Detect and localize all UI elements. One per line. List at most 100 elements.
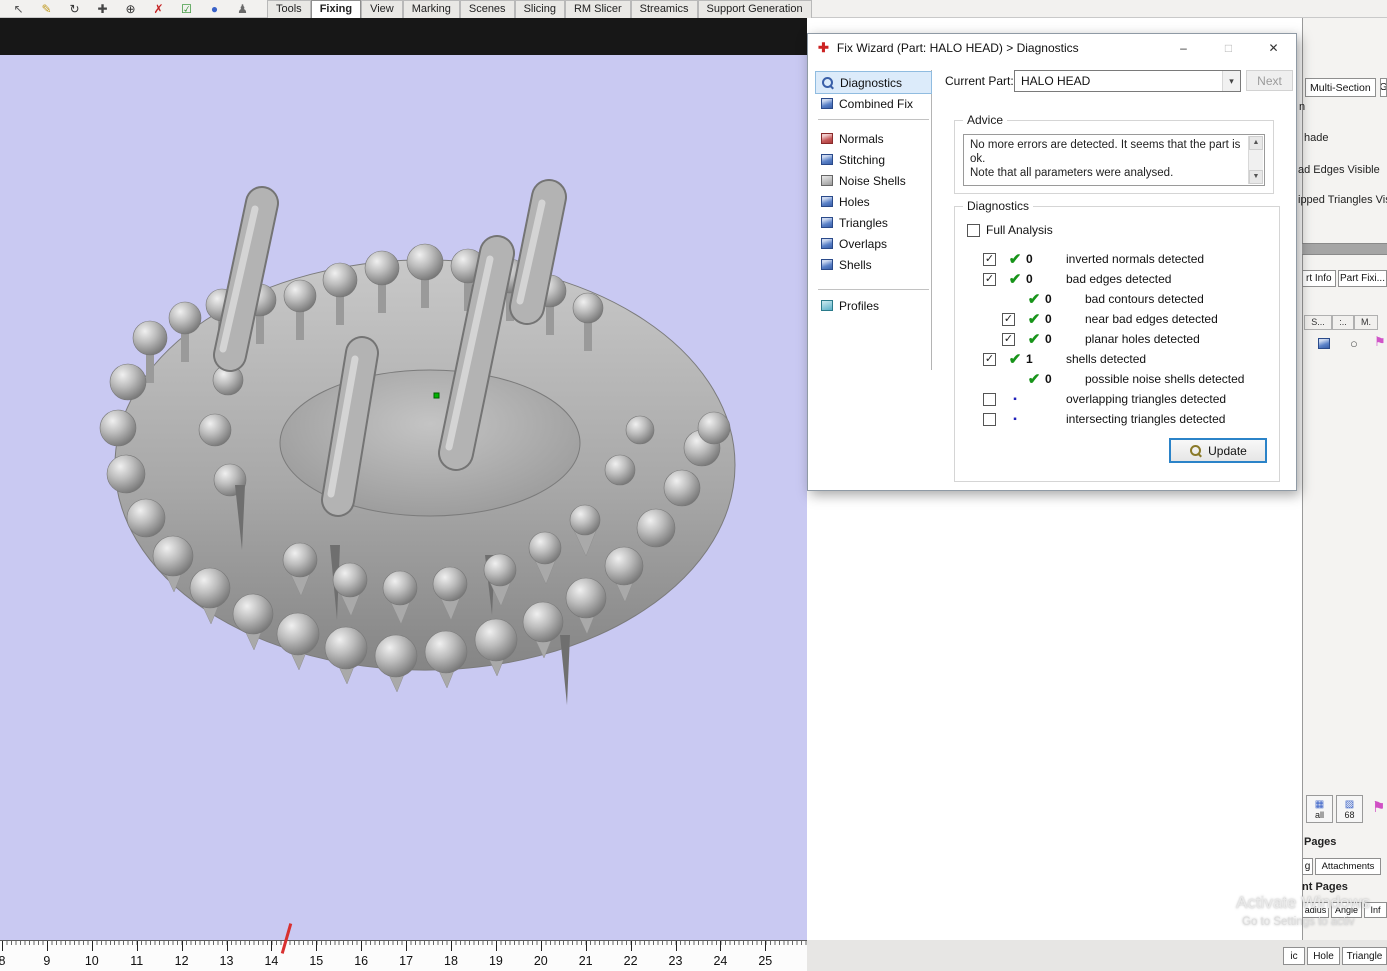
- ruler-tick: [720, 941, 721, 951]
- diagnostic-checkbox[interactable]: ✓: [983, 353, 996, 366]
- chevron-down-icon[interactable]: ▾: [1222, 71, 1240, 91]
- sidebar-item-triangles[interactable]: Triangles: [816, 212, 931, 233]
- diagnostic-checkbox[interactable]: ✓: [983, 273, 996, 286]
- full-analysis-checkbox[interactable]: [967, 224, 980, 237]
- halo-head-model[interactable]: [0, 55, 807, 940]
- ruler-number: 10: [80, 954, 104, 968]
- tab-hole[interactable]: Hole: [1307, 947, 1340, 965]
- pan-view-icon[interactable]: ✚: [94, 2, 111, 16]
- sidebar-item-diagnostics[interactable]: Diagnostics: [816, 72, 931, 93]
- minimize-button[interactable]: –: [1161, 34, 1206, 62]
- sidebar-item-label: Normals: [839, 132, 884, 146]
- menu-tab-streamics[interactable]: Streamics: [631, 0, 698, 18]
- ruler-number: 20: [529, 954, 553, 968]
- sphere-tool-icon[interactable]: ●: [206, 2, 223, 16]
- menu-tab-tools[interactable]: Tools: [267, 0, 311, 18]
- column-header[interactable]: M.: [1354, 315, 1378, 330]
- sidebar-item-combined-fix[interactable]: Combined Fix: [816, 93, 931, 114]
- sidebar-item-holes[interactable]: Holes: [816, 191, 931, 212]
- tab-g-clipped[interactable]: G: [1380, 78, 1387, 97]
- detection-count: 0: [1026, 272, 1046, 286]
- current-part-dropdown[interactable]: HALO HEAD ▾: [1014, 70, 1241, 92]
- menu-tab-rm-slicer[interactable]: RM Slicer: [565, 0, 631, 18]
- next-button[interactable]: Next: [1246, 70, 1293, 91]
- select-pointer-icon[interactable]: ↖: [10, 2, 27, 16]
- sidebar-item-label: Triangles: [839, 216, 888, 230]
- checkbox-label-shade[interactable]: hade: [1304, 132, 1328, 144]
- circle-icon[interactable]: ○: [1350, 336, 1358, 351]
- tab-angle[interactable]: Angle: [1331, 902, 1362, 918]
- checkbox-label-flipped-triangles-visible[interactable]: ipped Triangles Visi: [1298, 194, 1387, 206]
- sidebar-item-label: Combined Fix: [839, 97, 913, 111]
- part-cube-icon[interactable]: [1318, 338, 1330, 349]
- panel-divider-bar: [1302, 243, 1387, 255]
- detection-count: 0: [1026, 252, 1046, 266]
- checkbox-label-bad-edges-visible[interactable]: ad Edges Visible: [1298, 164, 1387, 176]
- update-button[interactable]: Update: [1169, 438, 1267, 463]
- scroll-down-icon[interactable]: ▼: [1249, 170, 1263, 184]
- menu-tab-fixing[interactable]: Fixing: [311, 0, 361, 18]
- tab-basic[interactable]: ic: [1283, 947, 1305, 965]
- user-icon[interactable]: ♟: [234, 2, 251, 16]
- tab-info[interactable]: Inf: [1364, 902, 1387, 918]
- select-all-button[interactable]: ▦ all: [1306, 795, 1333, 823]
- count-label: 68: [1344, 810, 1354, 820]
- sidebar-item-noise-shells[interactable]: Noise Shells: [816, 170, 931, 191]
- dialog-titlebar[interactable]: ✚ Fix Wizard (Part: HALO HEAD) > Diagnos…: [808, 34, 1296, 62]
- tab-radius[interactable]: adius: [1302, 902, 1329, 918]
- menu-tab-slicing[interactable]: Slicing: [515, 0, 565, 18]
- sidebar-item-label: Stitching: [839, 153, 885, 167]
- remove-fix-icon[interactable]: ✗: [150, 2, 167, 16]
- menu-tab-view[interactable]: View: [361, 0, 403, 18]
- diagnostic-checkbox[interactable]: ✓: [983, 253, 996, 266]
- sidebar-item-normals[interactable]: Normals: [816, 128, 931, 149]
- validate-part-icon[interactable]: ☑: [178, 2, 195, 16]
- wand-icon[interactable]: ✎: [38, 2, 55, 16]
- ruler-tick: [676, 941, 677, 951]
- cube-icon: [821, 133, 833, 144]
- ruler-number: 12: [170, 954, 194, 968]
- tab-clipped[interactable]: g: [1302, 858, 1313, 875]
- top-menubar: ↖ ✎ ↻ ✚ ⊕ ✗ ☑ ● ♟ ToolsFixingViewMarkingScenesSl…: [0, 0, 1387, 18]
- advice-scrollbar[interactable]: ▲ ▼: [1248, 136, 1263, 184]
- detection-count: 1: [1026, 352, 1046, 366]
- select-all-label: all: [1315, 810, 1324, 820]
- column-header[interactable]: :..: [1332, 315, 1354, 330]
- tab-part-info[interactable]: rt Info: [1302, 270, 1336, 287]
- full-analysis-option[interactable]: Full Analysis: [967, 223, 1053, 237]
- ruler-number: 8: [0, 954, 14, 968]
- sidebar-item-overlaps[interactable]: Overlaps: [816, 233, 931, 254]
- diagnostic-checkbox[interactable]: [983, 413, 996, 426]
- ruler-number: 15: [304, 954, 328, 968]
- sidebar-item-stitching[interactable]: Stitching: [816, 149, 931, 170]
- diagnostic-checkbox[interactable]: ✓: [1002, 313, 1015, 326]
- ruler: 8910111213141516171819202122232425: [0, 940, 807, 971]
- ruler-number: 17: [394, 954, 418, 968]
- zoom-icon[interactable]: ⊕: [122, 2, 139, 16]
- diagnostic-checkbox[interactable]: [983, 393, 996, 406]
- maximize-button[interactable]: □: [1206, 34, 1251, 62]
- diagnostic-checkbox[interactable]: ✓: [1002, 333, 1015, 346]
- menu-tab-scenes[interactable]: Scenes: [460, 0, 515, 18]
- diagnostic-row: ✓✔1shells detected: [955, 349, 1279, 369]
- column-header[interactable]: S...: [1304, 315, 1332, 330]
- advice-line: No more errors are detected. It seems th…: [970, 138, 1242, 166]
- close-button[interactable]: ✕: [1251, 34, 1296, 62]
- tab-multi-section[interactable]: Multi-Section: [1305, 78, 1376, 97]
- tab-triangle[interactable]: Triangle: [1342, 947, 1387, 965]
- sidebar-item-shells[interactable]: Shells: [816, 254, 931, 275]
- ruler-number: 25: [753, 954, 777, 968]
- ruler-tick: [137, 941, 138, 951]
- sidebar-item-profiles[interactable]: Profiles: [816, 295, 931, 316]
- menu-tab-support-generation[interactable]: Support Generation: [698, 0, 812, 18]
- 3d-viewport[interactable]: [0, 55, 807, 940]
- count-button[interactable]: ▨ 68: [1336, 795, 1363, 823]
- rotate-view-icon[interactable]: ↻: [66, 2, 83, 16]
- flag-icon[interactable]: ⚑: [1374, 334, 1386, 350]
- tab-part-fixing[interactable]: Part Fixi...: [1338, 270, 1387, 287]
- scroll-up-icon[interactable]: ▲: [1249, 136, 1263, 150]
- tab-attachments[interactable]: Attachments: [1315, 858, 1381, 875]
- sidebar-separator: [818, 289, 929, 290]
- menu-tab-marking[interactable]: Marking: [403, 0, 460, 18]
- flag-icon[interactable]: ⚑: [1372, 798, 1385, 816]
